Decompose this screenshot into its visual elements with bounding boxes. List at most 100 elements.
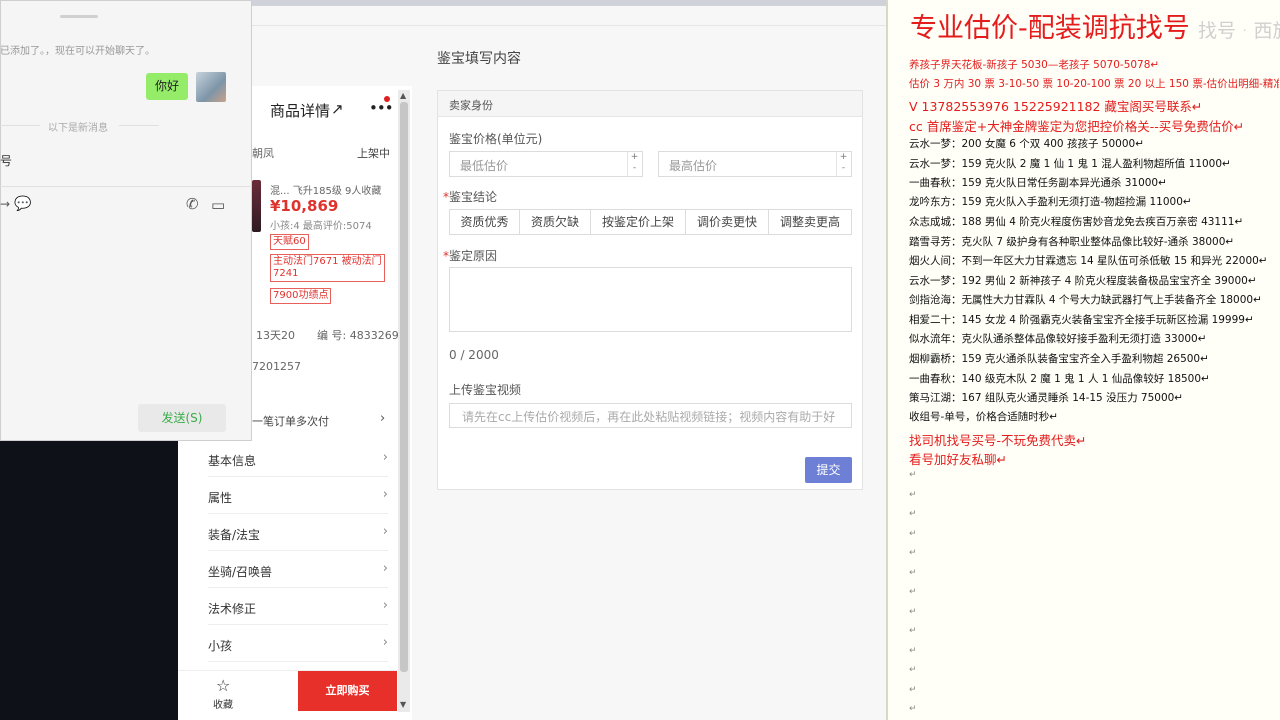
- paragraph-mark: ↵: [909, 548, 917, 558]
- watermark: 找号ᆞ西施: [1198, 20, 1280, 42]
- price-label: 鉴宝价格(单位元): [449, 132, 543, 146]
- more-icon[interactable]: •••: [369, 99, 394, 117]
- chat-drag-handle[interactable]: [60, 15, 98, 18]
- chevron-right-icon[interactable]: ›: [380, 411, 385, 426]
- product-thumbnail[interactable]: [252, 180, 261, 232]
- max-price-stepper[interactable]: + -: [836, 152, 850, 176]
- document-line: V 13782553976 15225921182 藏宝阁买号联系↵: [909, 99, 1203, 114]
- browser-header: [252, 6, 888, 26]
- paragraph-mark: ↵: [909, 665, 917, 675]
- document-line: 云水一梦：192 男仙 2 新神孩子 4 阶克火程度装备极品宝宝齐全 39000…: [909, 275, 1257, 287]
- paragraph-mark: ↵: [909, 489, 917, 500]
- row-label: 基本信息: [208, 454, 257, 468]
- listing-code: 7201257: [252, 360, 301, 373]
- product-price: ¥10,869: [270, 197, 339, 215]
- video-link-input[interactable]: 请先在cc上传估价视频后，再在此处粘贴视频链接；视频内容有助于好: [449, 403, 852, 428]
- reason-label-text: 鉴定原因: [449, 249, 498, 263]
- option-quality-excellent[interactable]: 资质优秀: [449, 209, 520, 235]
- row-basic-info[interactable]: 基本信息 ›: [208, 440, 388, 477]
- document-line: 烟火人间：不到一年区大力甘霖遗忘 14 星队伍可杀低敏 15 和异光 22000…: [909, 255, 1268, 267]
- document-title: 专业估价-配装调抗找号: [910, 13, 1190, 44]
- document-line: 收组号-单号，价格合适随时秒↵: [909, 411, 1059, 423]
- installment-info[interactable]: 一笔订单多次付: [252, 413, 329, 429]
- row-attributes[interactable]: 属性 ›: [208, 477, 388, 514]
- avatar[interactable]: [196, 72, 226, 102]
- seller-name: 朝凤: [252, 147, 274, 160]
- listing-status: 上架中: [357, 147, 390, 160]
- row-spell-mods[interactable]: 法术修正 ›: [208, 588, 388, 625]
- row-label: 法术修正: [208, 602, 257, 616]
- min-price-stepper[interactable]: + -: [627, 152, 641, 176]
- tag-merit: 7900功绩点: [270, 288, 332, 304]
- option-adjust-faster[interactable]: 调价卖更快: [685, 209, 769, 235]
- document-line: 找司机找号买号-不玩免费代卖↵: [909, 433, 1087, 448]
- row-children[interactable]: 小孩 ›: [208, 625, 388, 662]
- chat-message-bubble: 你好: [146, 73, 188, 100]
- chevron-right-icon: ›: [382, 635, 388, 650]
- row-label: 装备/法宝: [208, 528, 261, 542]
- divider: [0, 125, 40, 126]
- max-price-input[interactable]: 最高估价: [658, 151, 852, 177]
- paragraph-mark: ↵: [909, 645, 917, 656]
- chevron-right-icon: ›: [382, 598, 388, 613]
- document-line: 众志成城：188 男仙 4 阶克火程度伤害妙音龙免去疾百万亲密 43111↵: [909, 216, 1244, 228]
- listing-days: 13天20: [256, 329, 295, 342]
- document-line: 估价 3 万内 30 票 3-10-50 票 10-20-100 票 20 以上…: [909, 78, 1279, 90]
- product-subinfo: 小孩:4 最高评价:5074: [270, 221, 372, 232]
- option-quality-lacking[interactable]: 资质欠缺: [519, 209, 591, 235]
- scroll-down-icon[interactable]: ▼: [400, 700, 406, 709]
- document-line: 策马江湖：167 组队克火通灵睡杀 14-15 没压力 75000↵: [909, 392, 1184, 404]
- min-price-input[interactable]: 最低估价: [449, 151, 643, 177]
- document-line: 龙吟东方：159 克火队入手盈利无须打造-物超捡漏 11000↵: [909, 196, 1192, 208]
- option-list-at-appraisal[interactable]: 按鉴定价上架: [590, 209, 686, 235]
- star-icon[interactable]: ☆: [216, 676, 230, 695]
- row-equipment[interactable]: 装备/法宝 ›: [208, 514, 388, 551]
- document-line: 相爱二十：145 女龙 4 阶强霸克火装备宝宝齐全接手玩新区捡漏 19999↵: [909, 314, 1254, 326]
- arrow-icon[interactable]: →: [0, 197, 10, 211]
- char-counter: 0 / 2000: [449, 348, 499, 362]
- form-section-header: [438, 91, 862, 117]
- document-line: 云水一梦：159 克火队 2 魔 1 仙 1 鬼 1 混人盈利物超所值 1100…: [909, 158, 1231, 170]
- scrollbar-thumb[interactable]: [400, 102, 408, 672]
- document-line: 看号加好友私聊↵: [909, 452, 1007, 467]
- document-line: 剑指沧海：无属性大力甘霖队 4 个号大力缺武器打气上手装备齐全 18000↵: [909, 294, 1262, 306]
- external-link-icon[interactable]: ↗: [331, 100, 344, 118]
- paragraph-mark: ↵: [909, 470, 917, 480]
- chat-window: [0, 0, 252, 441]
- paragraph-mark: ↵: [909, 509, 917, 519]
- comment-icon[interactable]: 💬: [14, 196, 31, 212]
- reason-textarea[interactable]: [449, 267, 852, 332]
- document-line: 烟柳霸桥：159 克火通杀队装备宝宝齐全入手盈利物超 26500↵: [909, 353, 1209, 365]
- chevron-right-icon: ›: [382, 487, 388, 502]
- product-meta: 飞升185级 9人收藏: [292, 186, 382, 197]
- product-detail-title: 商品详情: [270, 102, 331, 120]
- buy-now-button[interactable]: 立即购买: [298, 671, 397, 711]
- product-name-line: 混... 飞升185级 9人收藏: [270, 182, 381, 197]
- reason-label: *鉴定原因: [443, 247, 497, 264]
- paragraph-mark: ↵: [909, 626, 917, 636]
- option-adjust-higher[interactable]: 调整卖更高: [768, 209, 852, 235]
- document-line: cc 首席鉴定+大神金牌鉴定为您把控价格关--买号免费估价↵: [909, 119, 1245, 134]
- phone-icon[interactable]: ✆: [186, 195, 199, 213]
- new-messages-separator: 以下是新消息: [48, 123, 108, 134]
- paragraph-mark: ↵: [909, 528, 917, 539]
- send-button[interactable]: 发送(S): [138, 404, 226, 432]
- seller-identity-label: 卖家身份: [449, 99, 493, 112]
- paragraph-mark: ↵: [909, 684, 917, 695]
- paragraph-mark: ↵: [909, 704, 917, 714]
- row-mounts[interactable]: 坐骑/召唤兽 ›: [208, 551, 388, 588]
- favorite-label[interactable]: 收藏: [213, 696, 233, 711]
- document-line: 一曲春秋：140 级克木队 2 魔 1 鬼 1 人 1 仙品像较好 18500↵: [909, 373, 1210, 385]
- submit-button[interactable]: 提交: [805, 457, 852, 483]
- chat-input-divider: [0, 186, 252, 187]
- product-name: 混...: [270, 186, 290, 197]
- paragraph-mark: ↵: [909, 587, 917, 597]
- tag-magic: 主动法门7671 被动法门7241: [270, 254, 385, 282]
- chevron-right-icon: ›: [382, 524, 388, 539]
- document-line: 养孩子界天花板-新孩子 5030—老孩子 5070-5078↵: [909, 59, 1160, 71]
- document-line: 一曲春秋：159 克火队日常任务副本异光通杀 31000↵: [909, 177, 1167, 189]
- scroll-up-icon[interactable]: ▲: [400, 91, 406, 100]
- video-call-icon[interactable]: ▭: [211, 196, 225, 214]
- chat-partial-text: 号: [0, 154, 13, 168]
- row-label: 小孩: [208, 639, 233, 653]
